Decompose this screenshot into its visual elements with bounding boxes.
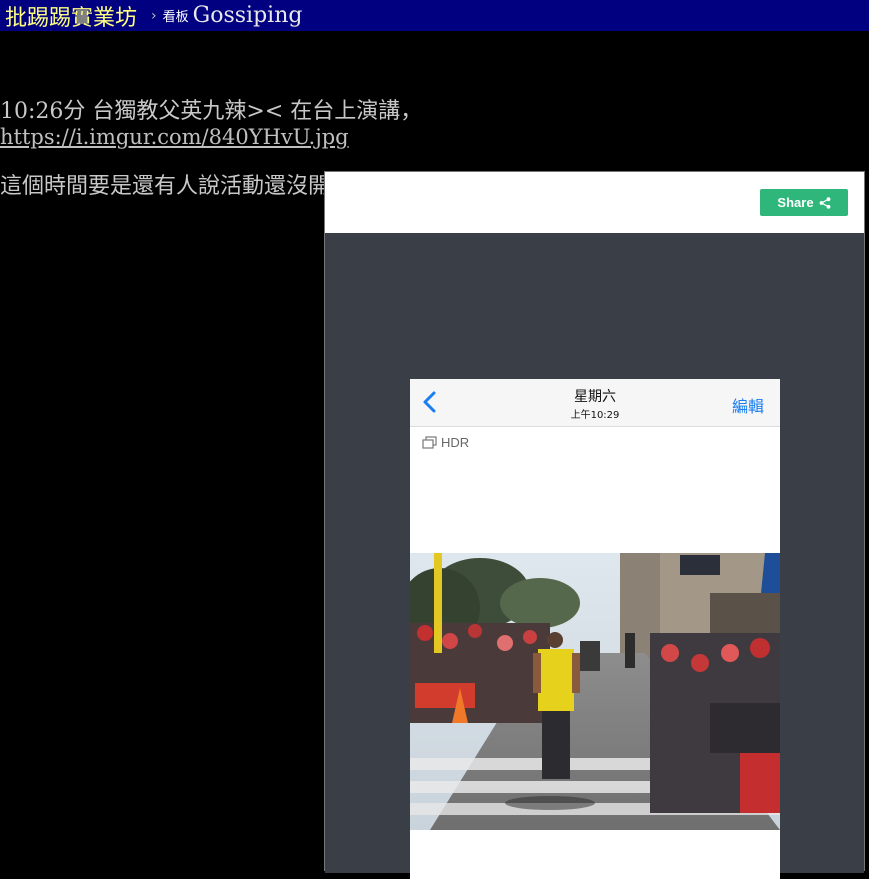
board-name-link[interactable]: Gossiping <box>193 3 303 28</box>
share-button[interactable]: Share <box>760 189 848 216</box>
phone-nav-bar: 星期六 上午10:29 編輯 <box>410 379 780 427</box>
breadcrumb-separator: › <box>151 7 157 24</box>
embed-header: Share <box>325 172 864 233</box>
top-navigation-bar: 批踢踢實業坊 › 看板 Gossiping <box>0 0 869 31</box>
embed-image-area: 星期六 上午10:29 編輯 HDR <box>325 233 864 879</box>
hdr-label: HDR <box>441 435 470 450</box>
rally-street-photo <box>410 553 780 830</box>
phone-date: 星期六 <box>574 389 616 405</box>
phone-screenshot: 星期六 上午10:29 編輯 HDR <box>410 379 780 879</box>
image-link[interactable]: https://i.imgur.com/840YHvU.jpg <box>0 125 349 149</box>
post-line: 10:26分 台獨教父英九辣>< 在台上演講， <box>0 99 423 124</box>
phone-time: 上午10:29 <box>570 410 620 421</box>
phone-edit-label: 編輯 <box>731 397 764 416</box>
share-icon <box>819 196 830 209</box>
imgur-embed: Share 星期六 上午10:29 編輯 HDR <box>324 171 865 879</box>
hdr-indicator: HDR <box>422 435 469 450</box>
board-label: 看板 <box>162 10 189 25</box>
site-name-link[interactable]: 批踢踢實業坊 <box>5 0 137 32</box>
share-label: Share <box>777 195 814 210</box>
layers-icon <box>422 436 437 449</box>
